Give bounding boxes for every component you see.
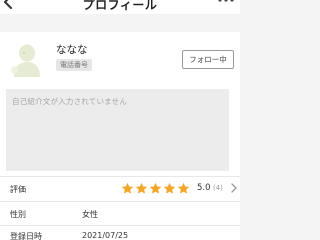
page-title: プロフィール bbox=[82, 0, 158, 12]
user-name: ななな bbox=[56, 44, 88, 56]
follow-button[interactable]: フォロー中 bbox=[182, 50, 234, 69]
gender-label: 性別 bbox=[10, 210, 26, 219]
rating-row[interactable]: 評価 5.0 (4) bbox=[0, 176, 240, 201]
star-icon bbox=[177, 182, 190, 194]
profile-card: ななな 電話番号 フォロー中 自己紹介文が入力されていません bbox=[0, 32, 240, 176]
star-icon bbox=[163, 182, 176, 194]
intro-placeholder-text: 自己紹介文が入力されていません bbox=[12, 97, 128, 106]
star-icon bbox=[149, 182, 162, 194]
registered-date-label: 登録日時 bbox=[10, 232, 42, 240]
default-avatar-icon bbox=[11, 44, 40, 77]
more-dots-icon[interactable] bbox=[216, 0, 236, 7]
registered-date-value: 2021/07/25 bbox=[82, 231, 129, 240]
gender-value: 女性 bbox=[82, 210, 98, 219]
rating-label: 評価 bbox=[10, 185, 26, 194]
rating-stars bbox=[121, 182, 190, 195]
star-icon bbox=[121, 182, 134, 194]
star-icon bbox=[135, 182, 148, 194]
self-introduction-box: 自己紹介文が入力されていません bbox=[6, 89, 229, 171]
gender-row: 性別 女性 bbox=[0, 201, 240, 225]
rating-count: (4) bbox=[213, 184, 223, 192]
registered-date-row: 登録日時 2021/07/25 bbox=[0, 225, 240, 240]
phone-verified-badge: 電話番号 bbox=[56, 59, 92, 71]
top-bar: プロフィール bbox=[0, 0, 240, 14]
chevron-right-icon[interactable] bbox=[230, 183, 238, 193]
rating-score: 5.0 bbox=[197, 183, 211, 193]
